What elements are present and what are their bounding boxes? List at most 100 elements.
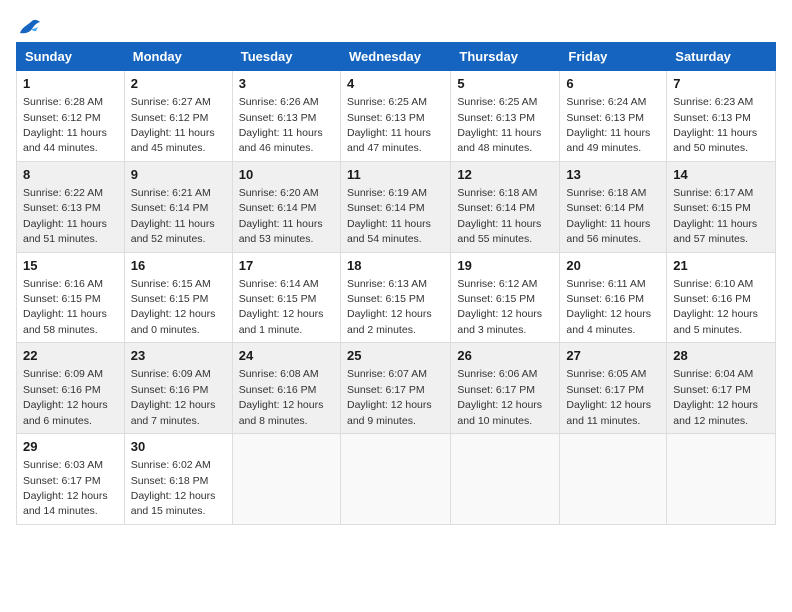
calendar-cell: 7 Sunrise: 6:23 AMSunset: 6:13 PMDayligh… xyxy=(667,71,776,162)
day-number: 15 xyxy=(23,257,118,275)
column-header-monday: Monday xyxy=(124,43,232,71)
day-info: Sunrise: 6:09 AMSunset: 6:16 PMDaylight:… xyxy=(131,368,216,426)
day-info: Sunrise: 6:18 AMSunset: 6:14 PMDaylight:… xyxy=(457,187,541,245)
day-number: 11 xyxy=(347,166,444,184)
day-info: Sunrise: 6:10 AMSunset: 6:16 PMDaylight:… xyxy=(673,278,758,336)
calendar-cell xyxy=(667,434,776,525)
column-header-saturday: Saturday xyxy=(667,43,776,71)
day-number: 1 xyxy=(23,75,118,93)
calendar-cell xyxy=(340,434,450,525)
calendar-cell: 3 Sunrise: 6:26 AMSunset: 6:13 PMDayligh… xyxy=(232,71,340,162)
day-number: 20 xyxy=(566,257,660,275)
calendar-cell xyxy=(232,434,340,525)
day-number: 2 xyxy=(131,75,226,93)
day-info: Sunrise: 6:28 AMSunset: 6:12 PMDaylight:… xyxy=(23,96,107,154)
day-info: Sunrise: 6:04 AMSunset: 6:17 PMDaylight:… xyxy=(673,368,758,426)
calendar-cell: 9 Sunrise: 6:21 AMSunset: 6:14 PMDayligh… xyxy=(124,161,232,252)
calendar-cell: 29 Sunrise: 6:03 AMSunset: 6:17 PMDaylig… xyxy=(17,434,125,525)
column-header-thursday: Thursday xyxy=(451,43,560,71)
calendar-week-5: 29 Sunrise: 6:03 AMSunset: 6:17 PMDaylig… xyxy=(17,434,776,525)
calendar-week-3: 15 Sunrise: 6:16 AMSunset: 6:15 PMDaylig… xyxy=(17,252,776,343)
day-info: Sunrise: 6:06 AMSunset: 6:17 PMDaylight:… xyxy=(457,368,542,426)
calendar-cell: 14 Sunrise: 6:17 AMSunset: 6:15 PMDaylig… xyxy=(667,161,776,252)
calendar-cell: 22 Sunrise: 6:09 AMSunset: 6:16 PMDaylig… xyxy=(17,343,125,434)
day-number: 14 xyxy=(673,166,769,184)
day-info: Sunrise: 6:03 AMSunset: 6:17 PMDaylight:… xyxy=(23,459,108,517)
calendar-cell: 28 Sunrise: 6:04 AMSunset: 6:17 PMDaylig… xyxy=(667,343,776,434)
calendar-cell: 18 Sunrise: 6:13 AMSunset: 6:15 PMDaylig… xyxy=(340,252,450,343)
day-number: 10 xyxy=(239,166,334,184)
calendar-cell: 12 Sunrise: 6:18 AMSunset: 6:14 PMDaylig… xyxy=(451,161,560,252)
day-number: 5 xyxy=(457,75,553,93)
day-number: 9 xyxy=(131,166,226,184)
calendar-cell: 19 Sunrise: 6:12 AMSunset: 6:15 PMDaylig… xyxy=(451,252,560,343)
day-info: Sunrise: 6:25 AMSunset: 6:13 PMDaylight:… xyxy=(457,96,541,154)
day-info: Sunrise: 6:02 AMSunset: 6:18 PMDaylight:… xyxy=(131,459,216,517)
day-number: 8 xyxy=(23,166,118,184)
column-header-friday: Friday xyxy=(560,43,667,71)
day-info: Sunrise: 6:21 AMSunset: 6:14 PMDaylight:… xyxy=(131,187,215,245)
page-header xyxy=(16,16,776,34)
day-info: Sunrise: 6:26 AMSunset: 6:13 PMDaylight:… xyxy=(239,96,323,154)
calendar-week-1: 1 Sunrise: 6:28 AMSunset: 6:12 PMDayligh… xyxy=(17,71,776,162)
day-info: Sunrise: 6:14 AMSunset: 6:15 PMDaylight:… xyxy=(239,278,324,336)
column-header-wednesday: Wednesday xyxy=(340,43,450,71)
calendar-cell: 25 Sunrise: 6:07 AMSunset: 6:17 PMDaylig… xyxy=(340,343,450,434)
calendar-cell: 11 Sunrise: 6:19 AMSunset: 6:14 PMDaylig… xyxy=(340,161,450,252)
column-header-tuesday: Tuesday xyxy=(232,43,340,71)
day-number: 16 xyxy=(131,257,226,275)
day-info: Sunrise: 6:11 AMSunset: 6:16 PMDaylight:… xyxy=(566,278,651,336)
day-number: 21 xyxy=(673,257,769,275)
calendar-cell: 24 Sunrise: 6:08 AMSunset: 6:16 PMDaylig… xyxy=(232,343,340,434)
day-info: Sunrise: 6:22 AMSunset: 6:13 PMDaylight:… xyxy=(23,187,107,245)
day-info: Sunrise: 6:25 AMSunset: 6:13 PMDaylight:… xyxy=(347,96,431,154)
calendar-cell: 16 Sunrise: 6:15 AMSunset: 6:15 PMDaylig… xyxy=(124,252,232,343)
day-info: Sunrise: 6:19 AMSunset: 6:14 PMDaylight:… xyxy=(347,187,431,245)
day-number: 22 xyxy=(23,347,118,365)
calendar-cell: 27 Sunrise: 6:05 AMSunset: 6:17 PMDaylig… xyxy=(560,343,667,434)
calendar-cell: 15 Sunrise: 6:16 AMSunset: 6:15 PMDaylig… xyxy=(17,252,125,343)
logo xyxy=(16,16,40,34)
day-number: 7 xyxy=(673,75,769,93)
day-info: Sunrise: 6:17 AMSunset: 6:15 PMDaylight:… xyxy=(673,187,757,245)
day-info: Sunrise: 6:18 AMSunset: 6:14 PMDaylight:… xyxy=(566,187,650,245)
calendar-cell: 10 Sunrise: 6:20 AMSunset: 6:14 PMDaylig… xyxy=(232,161,340,252)
day-number: 6 xyxy=(566,75,660,93)
day-info: Sunrise: 6:12 AMSunset: 6:15 PMDaylight:… xyxy=(457,278,542,336)
calendar-header-row: SundayMondayTuesdayWednesdayThursdayFrid… xyxy=(17,43,776,71)
calendar-week-4: 22 Sunrise: 6:09 AMSunset: 6:16 PMDaylig… xyxy=(17,343,776,434)
day-number: 25 xyxy=(347,347,444,365)
day-number: 13 xyxy=(566,166,660,184)
calendar-table: SundayMondayTuesdayWednesdayThursdayFrid… xyxy=(16,42,776,525)
day-number: 29 xyxy=(23,438,118,456)
day-number: 24 xyxy=(239,347,334,365)
calendar-cell: 5 Sunrise: 6:25 AMSunset: 6:13 PMDayligh… xyxy=(451,71,560,162)
calendar-cell: 20 Sunrise: 6:11 AMSunset: 6:16 PMDaylig… xyxy=(560,252,667,343)
calendar-week-2: 8 Sunrise: 6:22 AMSunset: 6:13 PMDayligh… xyxy=(17,161,776,252)
calendar-cell: 1 Sunrise: 6:28 AMSunset: 6:12 PMDayligh… xyxy=(17,71,125,162)
day-info: Sunrise: 6:15 AMSunset: 6:15 PMDaylight:… xyxy=(131,278,216,336)
day-number: 3 xyxy=(239,75,334,93)
day-info: Sunrise: 6:05 AMSunset: 6:17 PMDaylight:… xyxy=(566,368,651,426)
calendar-cell: 6 Sunrise: 6:24 AMSunset: 6:13 PMDayligh… xyxy=(560,71,667,162)
day-number: 17 xyxy=(239,257,334,275)
logo-bird-icon xyxy=(18,19,40,37)
day-number: 26 xyxy=(457,347,553,365)
day-number: 18 xyxy=(347,257,444,275)
calendar-cell: 2 Sunrise: 6:27 AMSunset: 6:12 PMDayligh… xyxy=(124,71,232,162)
day-info: Sunrise: 6:24 AMSunset: 6:13 PMDaylight:… xyxy=(566,96,650,154)
calendar-cell: 13 Sunrise: 6:18 AMSunset: 6:14 PMDaylig… xyxy=(560,161,667,252)
day-info: Sunrise: 6:13 AMSunset: 6:15 PMDaylight:… xyxy=(347,278,432,336)
column-header-sunday: Sunday xyxy=(17,43,125,71)
day-number: 27 xyxy=(566,347,660,365)
day-number: 12 xyxy=(457,166,553,184)
calendar-cell xyxy=(560,434,667,525)
day-number: 30 xyxy=(131,438,226,456)
day-info: Sunrise: 6:23 AMSunset: 6:13 PMDaylight:… xyxy=(673,96,757,154)
day-number: 28 xyxy=(673,347,769,365)
day-info: Sunrise: 6:20 AMSunset: 6:14 PMDaylight:… xyxy=(239,187,323,245)
day-info: Sunrise: 6:16 AMSunset: 6:15 PMDaylight:… xyxy=(23,278,107,336)
day-number: 19 xyxy=(457,257,553,275)
calendar-cell: 4 Sunrise: 6:25 AMSunset: 6:13 PMDayligh… xyxy=(340,71,450,162)
day-info: Sunrise: 6:27 AMSunset: 6:12 PMDaylight:… xyxy=(131,96,215,154)
